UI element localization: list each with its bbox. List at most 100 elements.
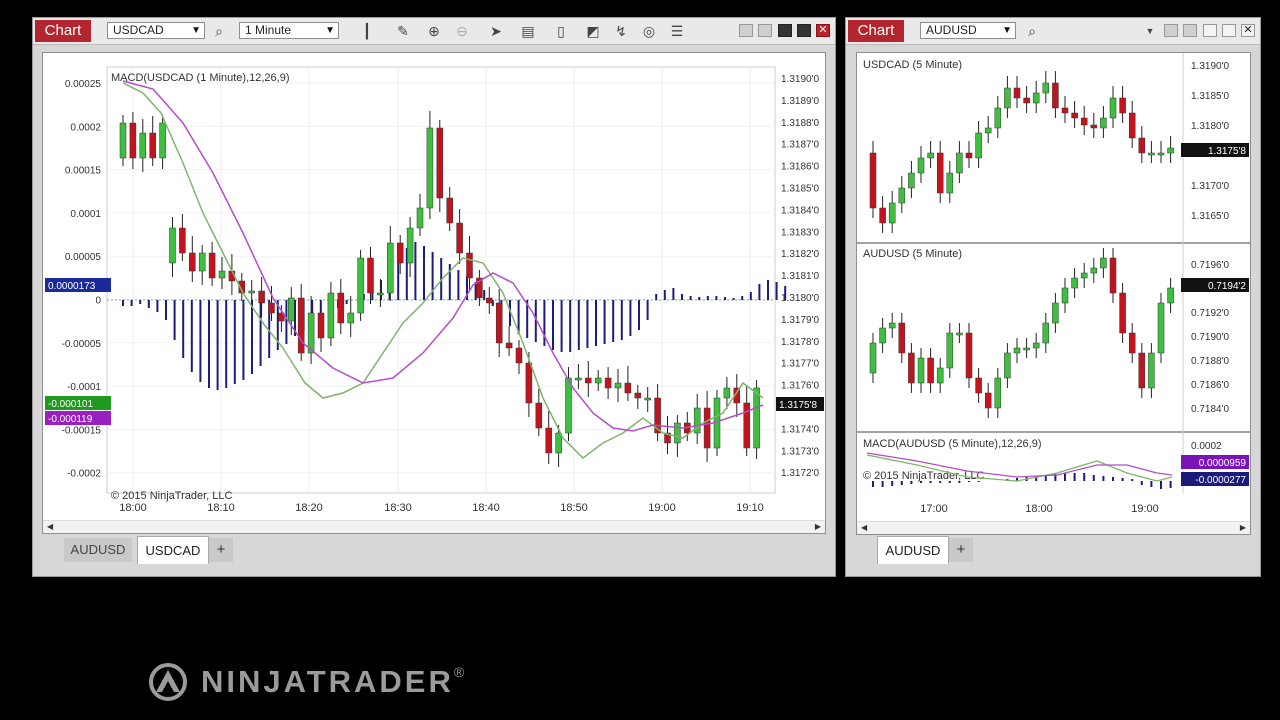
strategy-icon[interactable]: ▯ <box>553 23 569 39</box>
usdcad-candle <box>396 242 404 264</box>
usdcad-candle <box>377 292 384 296</box>
audusd-5min-candle <box>1071 277 1078 289</box>
window-close-button[interactable]: ✕ <box>1241 24 1255 37</box>
right-axis-tick: 1.3187'0 <box>781 140 819 151</box>
x-tick-label: 18:20 <box>295 502 323 514</box>
usdcad-5min-candle <box>1128 112 1136 139</box>
panel1-marker: 1.3175'8 <box>1208 146 1246 157</box>
window-group-button[interactable] <box>758 24 772 37</box>
zoom-in-icon[interactable]: ⊕ <box>426 23 442 39</box>
panel1-tick: 1.3180'0 <box>1191 121 1229 132</box>
usdcad-candle <box>189 252 196 272</box>
right-axis-tick: 1.3186'0 <box>781 162 819 173</box>
usdcad-candle <box>585 377 592 384</box>
chart-panel[interactable]: 18:00 18:10 18:20 18:30 18:40 18:50 19:00 19:10… <box>42 52 826 534</box>
toolbar-menu-icon[interactable]: ▼ <box>1142 23 1158 39</box>
add-tab-button[interactable]: + <box>949 538 973 562</box>
usdcad-candle <box>317 312 325 339</box>
scroll-right-icon[interactable]: ▶ <box>1240 522 1246 534</box>
scroll-left-icon[interactable]: ◀ <box>861 522 867 534</box>
tab-audusd[interactable]: AUDUSD <box>877 536 949 564</box>
scroll-left-icon[interactable]: ◀ <box>47 521 53 533</box>
add-tab-button[interactable]: + <box>209 538 233 562</box>
tab-audusd[interactable]: AUDUSD <box>64 538 132 562</box>
zoom-out-icon[interactable]: ⊖ <box>454 23 470 39</box>
horizontal-scrollbar[interactable]: ◀ ▶ <box>43 520 825 533</box>
x-tick-label: 18:00 <box>119 502 147 514</box>
window-maximize-button[interactable] <box>1222 24 1236 37</box>
window-minimize-button[interactable] <box>778 24 792 37</box>
panel1-tick: 1.3185'0 <box>1191 91 1229 102</box>
bar-style-icon[interactable]: ┃ <box>359 23 375 39</box>
panel2-tick: 0.7184'0 <box>1191 404 1229 415</box>
audusd-5min-candle <box>1004 352 1011 379</box>
window-group-button[interactable] <box>1183 24 1197 37</box>
chart-menu-button[interactable]: Chart <box>848 20 904 42</box>
audusd-5min-candle <box>956 332 963 336</box>
pointer-icon[interactable]: ➤ <box>488 23 504 39</box>
chart-panel[interactable]: USDCAD (5 Minute) 1.3190'0 1.3185'0 1.3180'… <box>856 52 1251 535</box>
window-maximize-button[interactable] <box>797 24 811 37</box>
right-axis-tick: 1.3189'0 <box>781 96 819 107</box>
panel2-tick: 0.7192'0 <box>1191 308 1229 319</box>
usdcad-5min-candle <box>984 127 992 134</box>
left-axis-tick: 0.00025 <box>65 79 102 90</box>
usdcad-5min-candle <box>1023 97 1030 104</box>
audusd-5min-candle <box>984 392 992 409</box>
left-axis-tick: 0.0001 <box>70 209 101 220</box>
panel3-marker-blue: -0.0000277 <box>1195 475 1246 486</box>
usdcad-5min-candle <box>975 132 982 159</box>
usdcad-candle <box>624 382 632 394</box>
usdcad-candle <box>426 127 434 209</box>
chart-menu-button[interactable]: Chart <box>35 20 91 42</box>
usdcad-candle <box>515 347 523 364</box>
search-icon[interactable]: ⌕ <box>1024 23 1040 39</box>
tab-usdcad[interactable]: USDCAD <box>137 536 209 564</box>
window-close-button[interactable]: ✕ <box>816 24 830 37</box>
usdcad-candle <box>198 252 206 272</box>
indicators-icon[interactable]: ◩ <box>585 23 601 39</box>
usdcad-5min-candle <box>1109 97 1117 119</box>
horizontal-scrollbar[interactable]: ◀ ▶ <box>857 521 1250 534</box>
instrument-selector[interactable]: AUDUSD ▼ <box>920 22 1016 39</box>
refresh-icon[interactable]: ◎ <box>641 23 657 39</box>
usdcad-chart-canvas[interactable]: 18:00 18:10 18:20 18:30 18:40 18:50 19:00 19:10… <box>43 53 825 533</box>
audusd-5min-candle <box>908 352 915 384</box>
usdcad-candle <box>505 342 513 349</box>
window-tile-button[interactable] <box>739 24 753 37</box>
chart-toolbar: Chart AUDUSD ▼ ⌕ ▼ ✕ <box>846 18 1260 45</box>
window-minimize-button[interactable] <box>1203 24 1217 37</box>
trend-icon[interactable]: ↯ <box>613 23 629 39</box>
audusd-5min-candle <box>1042 322 1050 344</box>
x-tick-label: 19:00 <box>1131 503 1159 515</box>
usdcad-5min-candle <box>1061 107 1069 114</box>
usdcad-candle <box>436 127 444 199</box>
properties-icon[interactable]: ▤ <box>520 23 536 39</box>
interval-selector[interactable]: 1 Minute ▼ <box>239 22 339 39</box>
usdcad-candle <box>555 432 562 454</box>
audusd-chart-canvas[interactable]: USDCAD (5 Minute) 1.3190'0 1.3185'0 1.3180'… <box>857 53 1250 534</box>
panel2-label: AUDUSD (5 Minute) <box>863 248 962 260</box>
usdcad-5min-candle <box>1032 92 1040 104</box>
usdcad-candle <box>753 387 760 449</box>
right-axis-tick: 1.3188'0 <box>781 118 819 129</box>
list-icon[interactable]: ☰ <box>669 23 685 39</box>
copyright-label: © 2015 NinjaTrader, LLC <box>111 490 232 502</box>
pencil-icon[interactable]: ✎ <box>395 23 411 39</box>
usdcad-candle <box>258 290 265 304</box>
audusd-5min-candle <box>917 357 925 384</box>
usdcad-5min-candle <box>888 202 896 224</box>
search-icon[interactable]: ⌕ <box>211 23 227 39</box>
instrument-value: USDCAD <box>113 23 164 37</box>
panel2-marker: 0.7194'2 <box>1208 281 1246 292</box>
window-tile-button[interactable] <box>1164 24 1178 37</box>
instrument-selector[interactable]: USDCAD ▼ <box>107 22 205 39</box>
right-axis-tick: 1.3185'0 <box>781 184 819 195</box>
usdcad-candle <box>466 252 473 279</box>
right-axis-tick: 1.3178'0 <box>781 337 819 348</box>
audusd-5min-candle <box>927 357 934 384</box>
usdcad-candle <box>347 312 354 324</box>
usdcad-candle <box>565 377 572 434</box>
scroll-right-icon[interactable]: ▶ <box>815 521 821 533</box>
right-axis-tick: 1.3181'0 <box>781 271 819 282</box>
